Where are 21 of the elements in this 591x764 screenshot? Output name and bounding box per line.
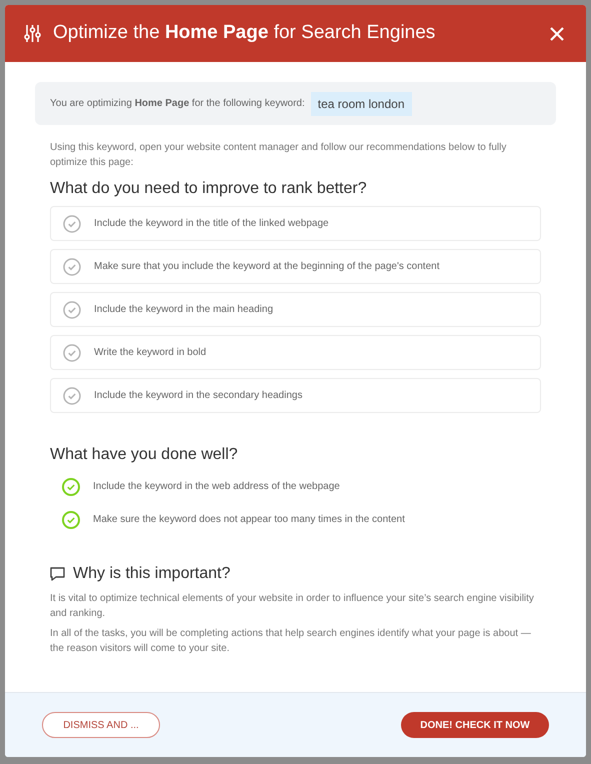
keyword-intro: You are optimizing Home Page for the following keyword:: [50, 97, 305, 111]
task-text: Include the keyword in the web address of the webpage: [93, 480, 340, 494]
task-text: Make sure that you include the keyword at the beginning of the page's content: [94, 260, 440, 274]
paragraph: In all of the tasks, you will be completing actions that help search engines identify what your page is about — the reason visitors will come to your site.: [50, 627, 532, 656]
task-text: Make sure the keyword does not appear too many times in the content: [93, 513, 405, 527]
task-text: Include the keyword in the title of the linked webpage: [94, 217, 329, 231]
dismiss-button[interactable]: DISMISS AND ...: [42, 712, 160, 738]
task-text: Write the keyword in bold: [94, 346, 206, 360]
paragraph: It is vital to optimize technical elements of your website in order to influence your site’s search engine visibility and ranking.: [50, 592, 535, 621]
close-icon: [550, 26, 564, 40]
dialog-title: Optimize the Home Page for Search Engines: [53, 21, 436, 46]
check-now-button[interactable]: DONE! CHECK IT NOW: [401, 712, 549, 738]
keyword-chip: tea room london: [310, 92, 412, 116]
section-heading: Why is this important?: [73, 564, 230, 584]
intro-text: Using this keyword, open your website content manager and follow our recommendations below to fully optimize this page:: [49, 141, 508, 170]
task-text: Include the keyword in the secondary headings: [94, 389, 302, 403]
section-heading: What have you done well?: [50, 445, 239, 465]
sliders-icon: [24, 24, 41, 43]
speech-bubble-icon: [50, 567, 65, 581]
section-heading: What do you need to improve to rank better?: [50, 179, 368, 199]
task-text: Include the keyword in the main heading: [94, 303, 274, 317]
